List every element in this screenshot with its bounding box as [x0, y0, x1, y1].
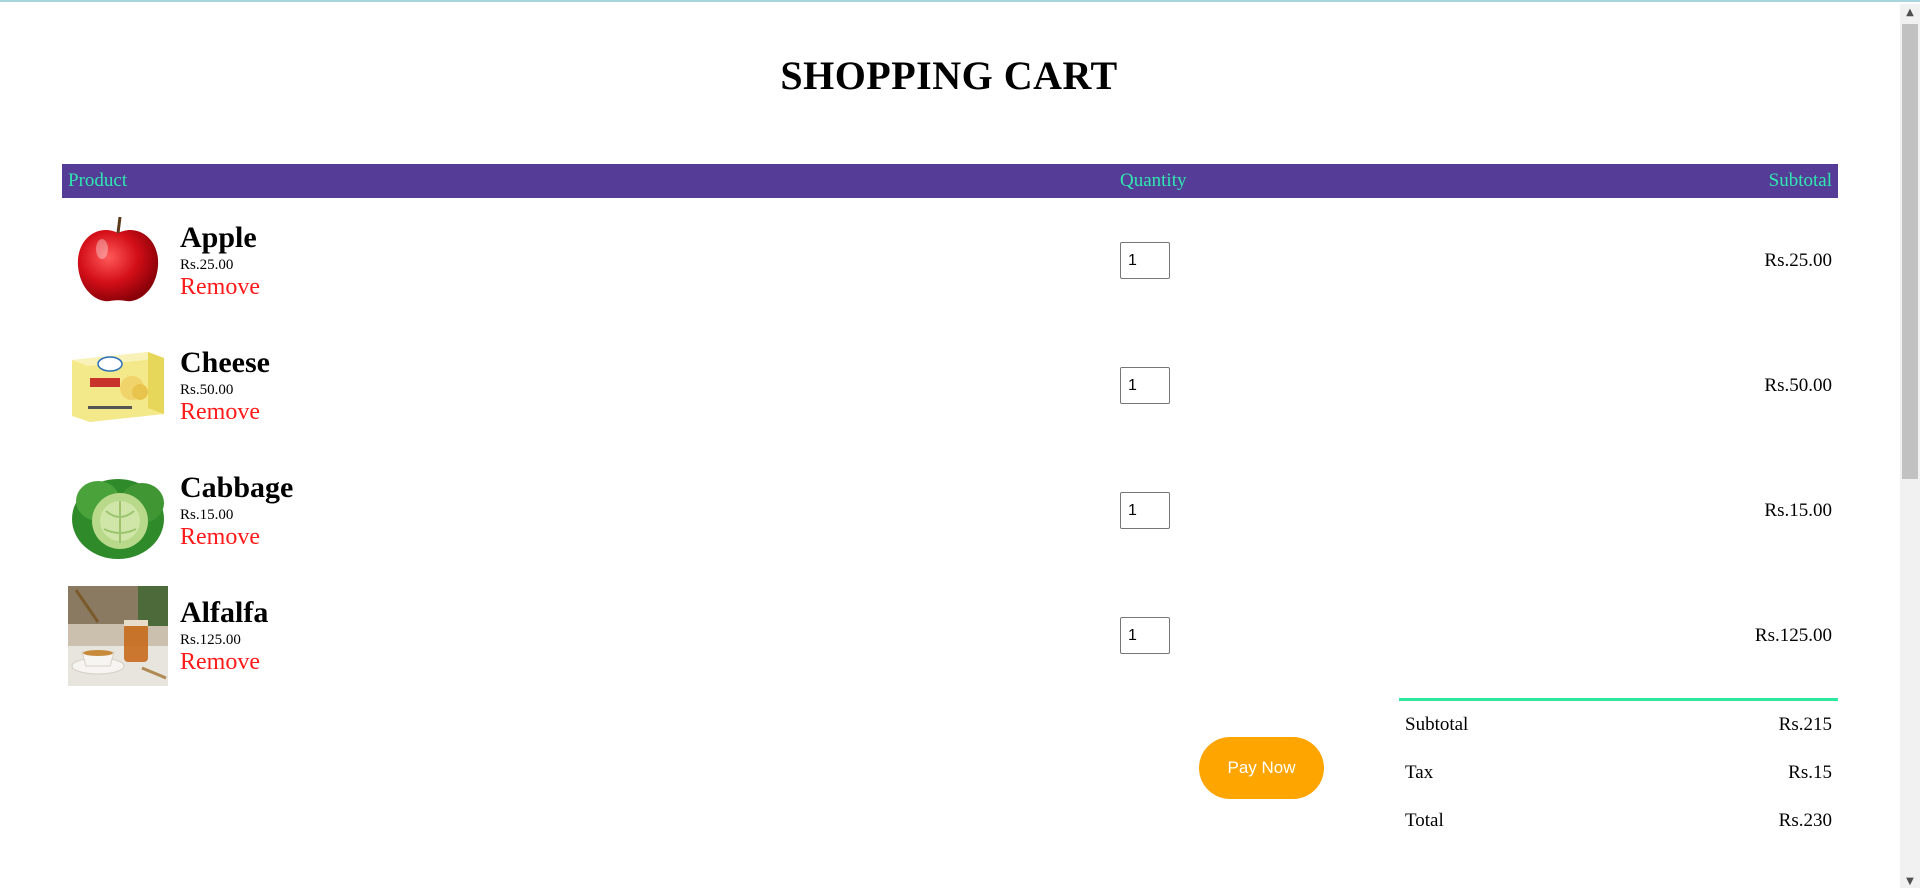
product-price: Rs.25.00 — [180, 257, 234, 274]
table-row: Apple Rs.25.00 Remove Rs.25.00 — [62, 198, 1838, 323]
quantity-input[interactable] — [1120, 617, 1170, 654]
line-subtotal: Rs.50.00 — [1764, 374, 1832, 396]
totals-summary: Subtotal Rs.215 Tax Rs.15 Total Rs.230 — [1399, 698, 1838, 845]
line-subtotal: Rs.25.00 — [1764, 249, 1832, 271]
product-price: Rs.50.00 — [180, 382, 234, 399]
line-subtotal: Rs.15.00 — [1764, 499, 1832, 521]
quantity-cell — [1114, 198, 1426, 323]
product-cell: Cheese Rs.50.00 Remove — [62, 323, 1114, 448]
product-cell: Apple Rs.25.00 Remove — [62, 198, 1114, 323]
quantity-input[interactable] — [1120, 367, 1170, 404]
total-row: Total Rs.230 — [1399, 797, 1838, 845]
product-name: Alfalfa — [180, 596, 269, 630]
product-name: Apple — [180, 221, 257, 255]
tax-row: Tax Rs.15 — [1399, 749, 1838, 797]
tax-value: Rs.15 — [1788, 762, 1832, 783]
scroll-thumb[interactable] — [1902, 24, 1918, 479]
table-header-row: Product Quantity Subtotal — [62, 164, 1838, 198]
quantity-cell — [1114, 448, 1426, 573]
quantity-cell — [1114, 323, 1426, 448]
page-title: SHOPPING CART — [780, 53, 1118, 98]
alfalfa-image — [68, 585, 168, 686]
product-price: Rs.125.00 — [180, 632, 241, 649]
scroll-up-icon[interactable]: ▲ — [1900, 4, 1920, 21]
product-name: Cabbage — [180, 471, 294, 505]
remove-link[interactable]: Remove — [180, 524, 293, 550]
table-row: Cabbage Rs.15.00 Remove Rs.15.00 — [62, 448, 1838, 573]
remove-link[interactable]: Remove — [180, 274, 260, 300]
table-row: Cheese Rs.50.00 Remove Rs.50.00 — [62, 323, 1838, 448]
subtotal-label: Subtotal — [1405, 714, 1469, 735]
total-label: Total — [1405, 810, 1444, 831]
quantity-input[interactable] — [1120, 492, 1170, 529]
tax-label: Tax — [1405, 762, 1434, 783]
product-cell: Cabbage Rs.15.00 Remove — [62, 448, 1114, 573]
cabbage-image — [68, 461, 168, 561]
quantity-cell — [1114, 573, 1426, 698]
product-name: Cheese — [180, 346, 270, 380]
quantity-column-header: Quantity — [1114, 164, 1426, 198]
subtotal-value: Rs.215 — [1778, 714, 1832, 735]
product-column-header: Product — [62, 164, 1114, 198]
cheese-image — [68, 336, 168, 436]
vertical-scrollbar[interactable]: ▲ ▼ — [1900, 4, 1920, 888]
table-row: Alfalfa Rs.125.00 Remove Rs.125.00 — [62, 573, 1838, 698]
line-subtotal: Rs.125.00 — [1754, 624, 1832, 646]
quantity-input[interactable] — [1120, 242, 1170, 279]
product-price: Rs.15.00 — [180, 507, 234, 524]
subtotal-column-header: Subtotal — [1426, 164, 1838, 198]
remove-link[interactable]: Remove — [180, 649, 268, 675]
apple-image — [68, 211, 168, 311]
pay-now-button[interactable]: Pay Now — [1199, 737, 1324, 799]
remove-link[interactable]: Remove — [180, 399, 270, 425]
product-cell: Alfalfa Rs.125.00 Remove — [62, 573, 1114, 698]
subtotal-row: Subtotal Rs.215 — [1399, 701, 1838, 749]
cart-table: Product Quantity Subtotal Apple Rs.25.00… — [62, 164, 1838, 698]
scroll-down-icon[interactable]: ▼ — [1900, 873, 1920, 888]
total-value: Rs.230 — [1778, 810, 1832, 831]
cart-page: SHOPPING CART Product Quantity Subtotal — [0, 0, 1920, 888]
